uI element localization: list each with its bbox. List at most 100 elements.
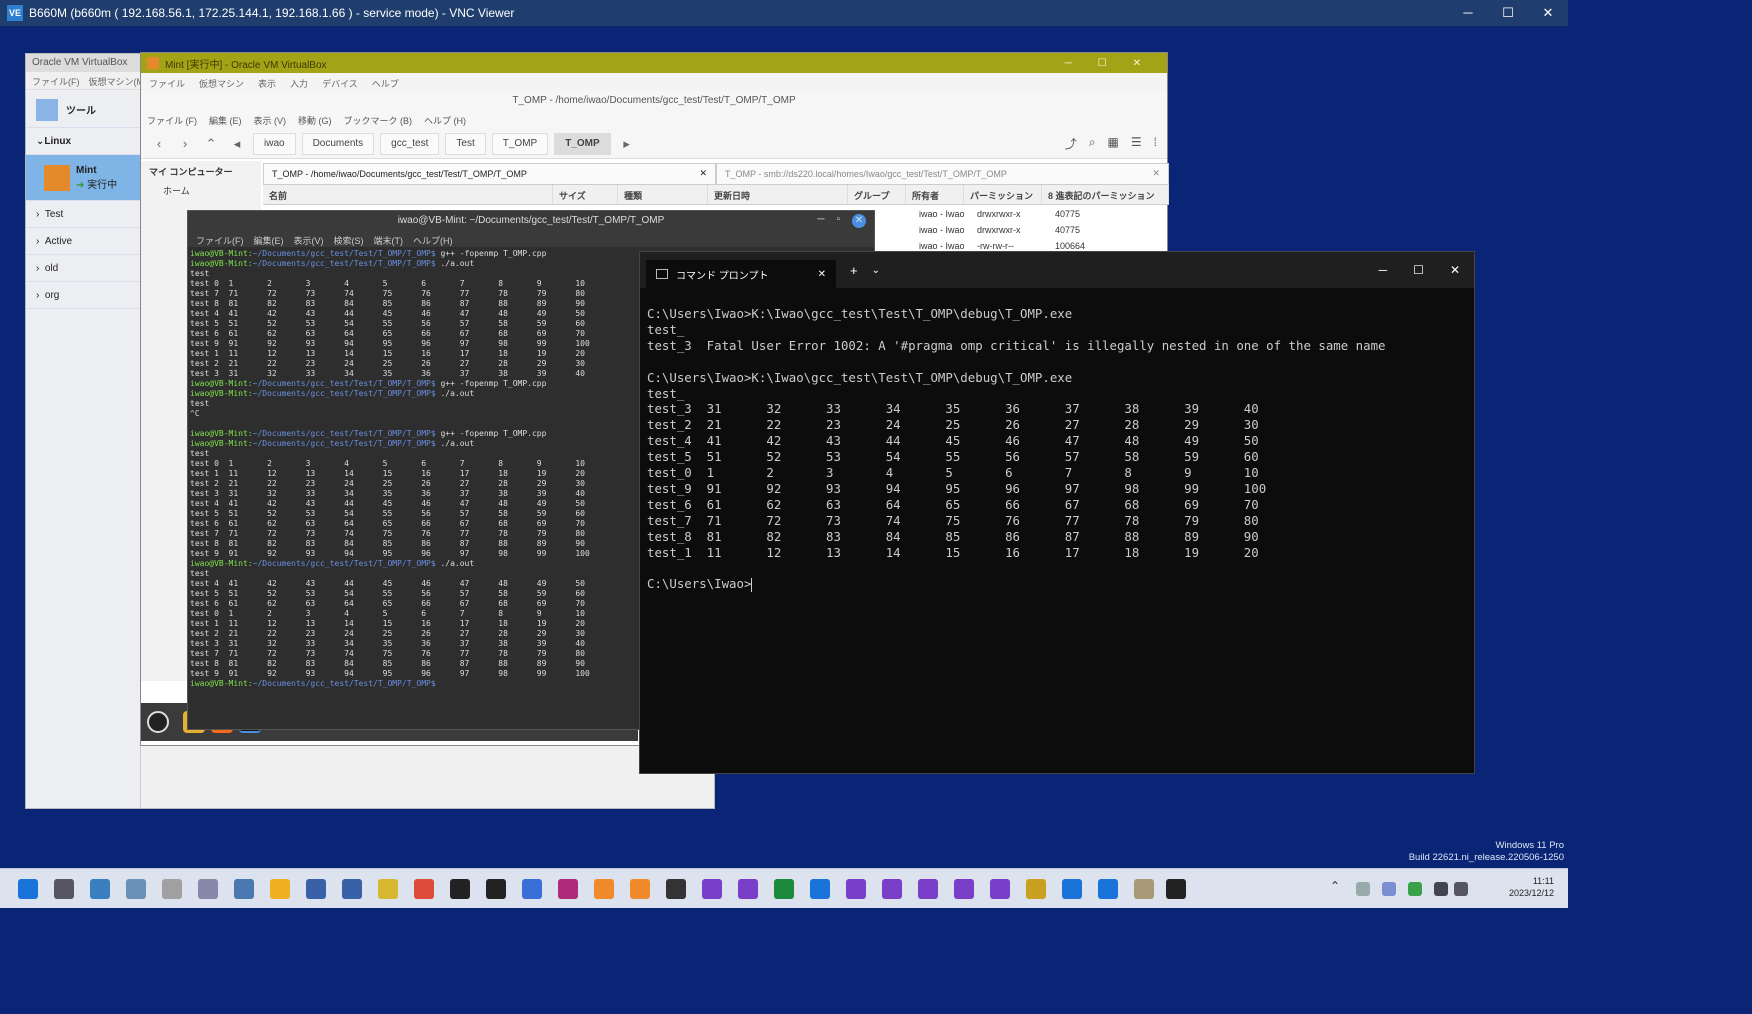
fm-menu-file[interactable]: ファイル (F) (147, 114, 197, 126)
clock[interactable]: 11:11 2023/12/12 (1509, 875, 1554, 899)
virtualbox-icon[interactable] (306, 879, 326, 899)
terminal-minimize-button[interactable]: ─ (817, 214, 824, 228)
terminal-maximize-button[interactable]: ▫ (836, 214, 840, 228)
disk-icon[interactable] (162, 879, 182, 899)
m2-icon[interactable] (486, 879, 506, 899)
windows-start-icon[interactable] (18, 879, 38, 899)
chevron-up-icon[interactable]: ⌃ (1330, 879, 1344, 899)
vm-menu-file[interactable]: ファイル (149, 77, 185, 89)
crumb-t-omp[interactable]: T_OMP (491, 132, 549, 155)
crumb-iwao[interactable]: iwao (253, 132, 296, 155)
term-menu-view[interactable]: 表示(V) (294, 234, 324, 246)
terminal-close-button[interactable]: ✕ (852, 214, 866, 228)
vs7-icon[interactable] (990, 879, 1010, 899)
usb-icon[interactable] (1356, 882, 1370, 896)
photo-icon[interactable] (234, 879, 254, 899)
cmd-output[interactable]: C:\Users\Iwao>K:\Iwao\gcc_test\Test\T_OM… (640, 288, 1474, 592)
archive-icon[interactable] (378, 879, 398, 899)
vs4-icon[interactable] (882, 879, 902, 899)
search-icon[interactable]: ⌕ (1089, 135, 1096, 152)
crumb-documents[interactable]: Documents (301, 132, 375, 155)
fm-menu-help[interactable]: ヘルプ (H) (424, 114, 466, 126)
vnc-titlebar[interactable]: VE B660M (b660m ( 192.168.56.1, 172.25.1… (0, 0, 1568, 26)
crumb-left-icon[interactable]: ◂ (227, 136, 247, 152)
icon-view-icon[interactable]: ▦ (1108, 135, 1119, 152)
terminal-icon[interactable] (1166, 879, 1186, 899)
security-icon[interactable] (1408, 882, 1422, 896)
col-name[interactable]: 名前 (263, 185, 553, 204)
remote-icon[interactable] (1098, 879, 1118, 899)
cmd-tab[interactable]: コマンド プロンプト ✕ (646, 260, 836, 288)
m1-icon[interactable] (450, 879, 470, 899)
vm-menu-view[interactable]: 表示 (258, 77, 276, 89)
vm-menu-devices[interactable]: デバイス (322, 77, 358, 89)
cmd-titlebar[interactable]: コマンド プロンプト ✕ + ⌄ ─ ☐ ✕ (640, 252, 1474, 288)
chevron-down-icon[interactable]: ⌄ (872, 265, 880, 276)
group-active[interactable]: › Active (26, 228, 140, 255)
crumb-right-icon[interactable]: ▸ (617, 136, 637, 152)
mics-icon[interactable] (558, 879, 578, 899)
settings-icon[interactable] (54, 879, 74, 899)
close-button[interactable]: ✕ (1528, 5, 1568, 21)
azure-icon[interactable] (810, 879, 830, 899)
tab-local[interactable]: T_OMP - /home/iwao/Documents/gcc_test/Te… (263, 163, 716, 185)
cmd-maximize-button[interactable]: ☐ (1413, 263, 1424, 277)
vs3-icon[interactable] (846, 879, 866, 899)
maximize-button[interactable]: ☐ (1488, 5, 1528, 21)
vs6-icon[interactable] (954, 879, 974, 899)
teams-icon[interactable] (1382, 882, 1396, 896)
crumb-test[interactable]: Test (445, 132, 486, 155)
network-tray-icon[interactable] (1434, 882, 1448, 896)
terminal-toggle-icon[interactable]: ⤴ (1065, 135, 1077, 152)
app3-icon[interactable] (630, 879, 650, 899)
app2-icon[interactable] (594, 879, 614, 899)
network-icon[interactable] (1062, 879, 1082, 899)
close-tab-icon[interactable]: ✕ (1152, 168, 1160, 179)
virtualbox2-icon[interactable] (342, 879, 362, 899)
table-row[interactable]: oiwao - Iwaodrwxrwxr-x40775 (863, 223, 1169, 239)
group-old[interactable]: › old (26, 255, 140, 282)
term-menu-search[interactable]: 検索(S) (334, 234, 364, 246)
vm-titlebar[interactable]: Mint [実行中] - Oracle VM VirtualBox ─☐✕ (141, 53, 1167, 73)
crumb-t-omp-current[interactable]: T_OMP (554, 132, 611, 155)
compact-view-icon[interactable]: ⁞ (1154, 135, 1157, 152)
remote-desktop-icon[interactable] (90, 879, 110, 899)
search-app-icon[interactable] (1026, 879, 1046, 899)
sidebar-home[interactable]: ホーム (141, 180, 261, 199)
vm-menu-machine[interactable]: 仮想マシン (199, 77, 244, 89)
vm-item-mint[interactable]: Mint ➔ 実行中 (26, 155, 140, 201)
cmd-close-button[interactable]: ✕ (1450, 263, 1460, 277)
cmd-minimize-button[interactable]: ─ (1379, 263, 1388, 277)
minimize-button[interactable]: ─ (1448, 5, 1488, 21)
table-row[interactable]: oiwao - Iwaodrwxrwxr-x40775 (863, 207, 1169, 223)
col-owner[interactable]: 所有者 (906, 185, 964, 204)
col-size[interactable]: サイズ (553, 185, 618, 204)
link-icon[interactable] (666, 879, 686, 899)
term-menu-help[interactable]: ヘルプ(H) (413, 234, 453, 246)
col-permissions[interactable]: パーミッション (964, 185, 1042, 204)
group-linux[interactable]: ⌄ Linux (26, 128, 140, 155)
col-octal[interactable]: 8 進表記のパーミッション (1042, 185, 1169, 204)
command-prompt-window[interactable]: コマンド プロンプト ✕ + ⌄ ─ ☐ ✕ C:\Users\Iwao>K:\… (639, 251, 1475, 774)
fm-menu-edit[interactable]: 編集 (E) (209, 114, 242, 126)
fm-menu-bookmarks[interactable]: ブックマーク (B) (344, 114, 413, 126)
crumb-gcc-test[interactable]: gcc_test (380, 132, 440, 155)
close-tab-icon[interactable]: ✕ (818, 269, 826, 280)
arrow-icon[interactable] (774, 879, 794, 899)
group-test[interactable]: › Test (26, 201, 140, 228)
vm-window-controls[interactable]: ─☐✕ (1065, 58, 1167, 69)
fm-menu-go[interactable]: 移動 (G) (298, 114, 332, 126)
vm-menu-input[interactable]: 入力 (290, 77, 308, 89)
group-org[interactable]: › org (26, 282, 140, 309)
term-menu-terminal[interactable]: 端末(T) (374, 234, 404, 246)
vm-menu-help[interactable]: ヘルプ (372, 77, 399, 89)
list-view-icon[interactable]: ☰ (1131, 135, 1142, 152)
col-type[interactable]: 種類 (618, 185, 708, 204)
close-tab-icon[interactable]: ✕ (699, 168, 707, 179)
monitor-icon[interactable] (126, 879, 146, 899)
term-menu-file[interactable]: ファイル(F) (196, 234, 244, 246)
term-menu-edit[interactable]: 編集(E) (254, 234, 284, 246)
volume-icon[interactable] (1454, 882, 1468, 896)
col-group[interactable]: グループ (848, 185, 906, 204)
forward-icon[interactable]: › (175, 136, 195, 151)
